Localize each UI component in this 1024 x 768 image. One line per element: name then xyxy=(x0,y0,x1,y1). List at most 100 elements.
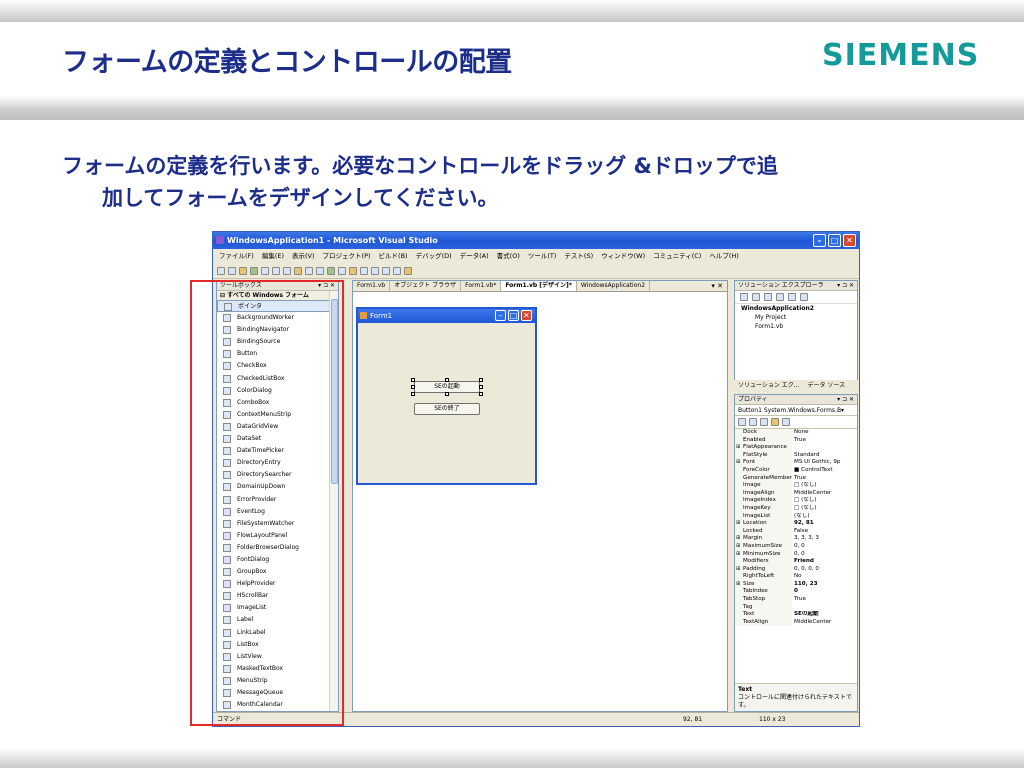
property-value[interactable]: False xyxy=(792,528,857,536)
expand-icon[interactable]: ⊞ xyxy=(736,459,740,467)
document-tab[interactable]: Form1.vb xyxy=(353,281,391,291)
document-tab[interactable]: オブジェクト ブラウザ xyxy=(390,281,462,291)
property-value[interactable]: □ (なし) xyxy=(792,497,857,505)
property-row[interactable]: ⊞ MinimumSize 0, 0 xyxy=(735,550,857,559)
property-value[interactable] xyxy=(792,444,857,452)
selection-handle[interactable] xyxy=(479,385,483,389)
se-exit-button[interactable]: SEの終了 xyxy=(414,403,480,415)
selection-handle[interactable] xyxy=(445,378,449,382)
properties-object-select[interactable]: Button1 System.Windows.Forms.B▾ xyxy=(735,405,857,416)
property-value[interactable]: 110, 23 xyxy=(792,581,857,589)
open-file-icon[interactable] xyxy=(239,267,247,275)
properties-icon[interactable] xyxy=(740,293,748,301)
expand-icon[interactable]: ⊞ xyxy=(736,566,740,574)
menu-item[interactable]: 編集(E) xyxy=(262,249,284,264)
menu-item[interactable]: プロジェクト(P) xyxy=(323,249,371,264)
selection-handle[interactable] xyxy=(445,392,449,396)
property-row[interactable]: ⊞ Margin 3, 3, 3, 3 xyxy=(735,535,857,543)
property-row[interactable]: Locked False xyxy=(735,527,857,536)
find-icon[interactable] xyxy=(360,267,368,275)
property-row[interactable]: ImageAlign MiddleCenter xyxy=(735,489,857,498)
document-tab[interactable]: WindowsApplication2 xyxy=(577,281,651,291)
property-value[interactable]: Friend xyxy=(792,558,857,566)
redo-icon[interactable] xyxy=(316,267,324,275)
property-row[interactable]: ⊞ MaximumSize 0, 0 xyxy=(735,542,857,551)
property-value[interactable]: 0, 0 xyxy=(792,543,857,551)
property-value[interactable]: SEの起動 xyxy=(792,611,857,619)
expand-icon[interactable]: ⊞ xyxy=(736,551,740,559)
property-row[interactable]: Enabled True xyxy=(735,436,857,445)
tree-project[interactable]: WindowsApplication2 xyxy=(741,304,857,313)
property-row[interactable]: ⊞ FlatAppearance xyxy=(735,444,857,452)
save-all-icon[interactable] xyxy=(261,267,269,275)
selection-handle[interactable] xyxy=(411,378,415,382)
property-row[interactable]: RightToLeft No xyxy=(735,573,857,581)
property-value[interactable]: 92, 81 xyxy=(792,520,857,528)
property-value[interactable]: No xyxy=(792,573,857,581)
categorized-icon[interactable] xyxy=(738,418,746,426)
selection-handle[interactable] xyxy=(411,385,415,389)
expand-icon[interactable]: ⊞ xyxy=(736,444,740,452)
paste-icon[interactable] xyxy=(294,267,302,275)
property-value[interactable]: True xyxy=(792,437,857,445)
properties-header-controls[interactable]: ▾ ⊐ ✕ xyxy=(837,395,854,405)
maximize-icon[interactable]: □ xyxy=(828,234,841,247)
selection-handle[interactable] xyxy=(411,392,415,396)
start-debug-icon[interactable] xyxy=(327,267,335,275)
property-row[interactable]: ⊞ Location 92, 81 xyxy=(735,520,857,528)
document-tab[interactable]: Form1.vb* xyxy=(461,281,502,291)
toolbox-icon[interactable] xyxy=(393,267,401,275)
tree-form1[interactable]: Form1.vb xyxy=(741,322,857,331)
tree-my-project[interactable]: My Project xyxy=(741,313,857,322)
property-row[interactable]: ⊞ Font MS UI Gothic, 9p xyxy=(735,459,857,467)
property-row[interactable]: TabStop True xyxy=(735,596,857,604)
property-value[interactable]: 0, 0 xyxy=(792,551,857,559)
menu-item[interactable]: 表示(V) xyxy=(292,249,315,264)
selection-handle[interactable] xyxy=(479,392,483,396)
menu-item[interactable]: ファイル(F) xyxy=(219,249,254,264)
property-value[interactable]: MS UI Gothic, 9p xyxy=(792,459,857,467)
property-row[interactable]: ImageKey □ (なし) xyxy=(735,504,857,513)
property-value[interactable]: □ (なし) xyxy=(792,505,857,513)
expand-icon[interactable]: ⊞ xyxy=(736,535,740,543)
solution-header-controls[interactable]: ▾ ⊐ ✕ xyxy=(837,281,854,291)
form1-designer[interactable]: Form1 – □ ✕ SEの起動 SEの終了 xyxy=(356,307,537,485)
selection-handle[interactable] xyxy=(479,378,483,382)
menu-item[interactable]: データ(A) xyxy=(460,249,489,264)
property-value[interactable]: True xyxy=(792,475,857,483)
property-row[interactable]: Tag xyxy=(735,603,857,612)
tab-solution-explorer[interactable]: ソリューション エク... xyxy=(738,380,800,392)
property-row[interactable]: Image □ (なし) xyxy=(735,482,857,490)
document-tab[interactable]: Form1.vb [デザイン]* xyxy=(501,281,577,291)
property-value[interactable]: 0 xyxy=(792,588,857,596)
menu-item[interactable]: ビルド(B) xyxy=(379,249,408,264)
property-row[interactable]: ImageIndex □ (なし) xyxy=(735,497,857,505)
expand-icon[interactable]: ⊞ xyxy=(736,520,740,528)
property-row[interactable]: ForeColor ■ ControlText xyxy=(735,466,857,475)
property-value[interactable]: 0, 0, 0, 0 xyxy=(792,566,857,574)
expand-icon[interactable]: ⊞ xyxy=(736,543,740,551)
property-row[interactable]: ⊞ Padding 0, 0, 0, 0 xyxy=(735,565,857,574)
property-row[interactable]: Text SEの起動 xyxy=(735,611,857,619)
menu-item[interactable]: ヘルプ(H) xyxy=(709,249,738,264)
menu-item[interactable]: 書式(O) xyxy=(497,249,520,264)
solution-explorer-icon[interactable] xyxy=(371,267,379,275)
pause-icon[interactable] xyxy=(338,267,346,275)
events-icon[interactable] xyxy=(771,418,779,426)
close-icon[interactable]: ✕ xyxy=(843,234,856,247)
property-row[interactable]: FlatStyle Standard xyxy=(735,451,857,460)
property-value[interactable] xyxy=(792,604,857,612)
property-value[interactable]: ■ ControlText xyxy=(792,467,857,475)
expand-icon[interactable]: ⊞ xyxy=(736,581,740,589)
refresh-icon[interactable] xyxy=(764,293,772,301)
menu-item[interactable]: ウィンドウ(W) xyxy=(601,249,645,264)
show-all-files-icon[interactable] xyxy=(752,293,760,301)
property-pages-icon[interactable] xyxy=(782,418,790,426)
property-value[interactable]: True xyxy=(792,596,857,604)
property-value[interactable]: MiddleCenter xyxy=(792,490,857,498)
minimize-icon[interactable]: – xyxy=(813,234,826,247)
alphabetical-icon[interactable] xyxy=(749,418,757,426)
cut-icon[interactable] xyxy=(272,267,280,275)
property-value[interactable]: (なし) xyxy=(792,513,857,521)
properties-view-icon[interactable] xyxy=(760,418,768,426)
